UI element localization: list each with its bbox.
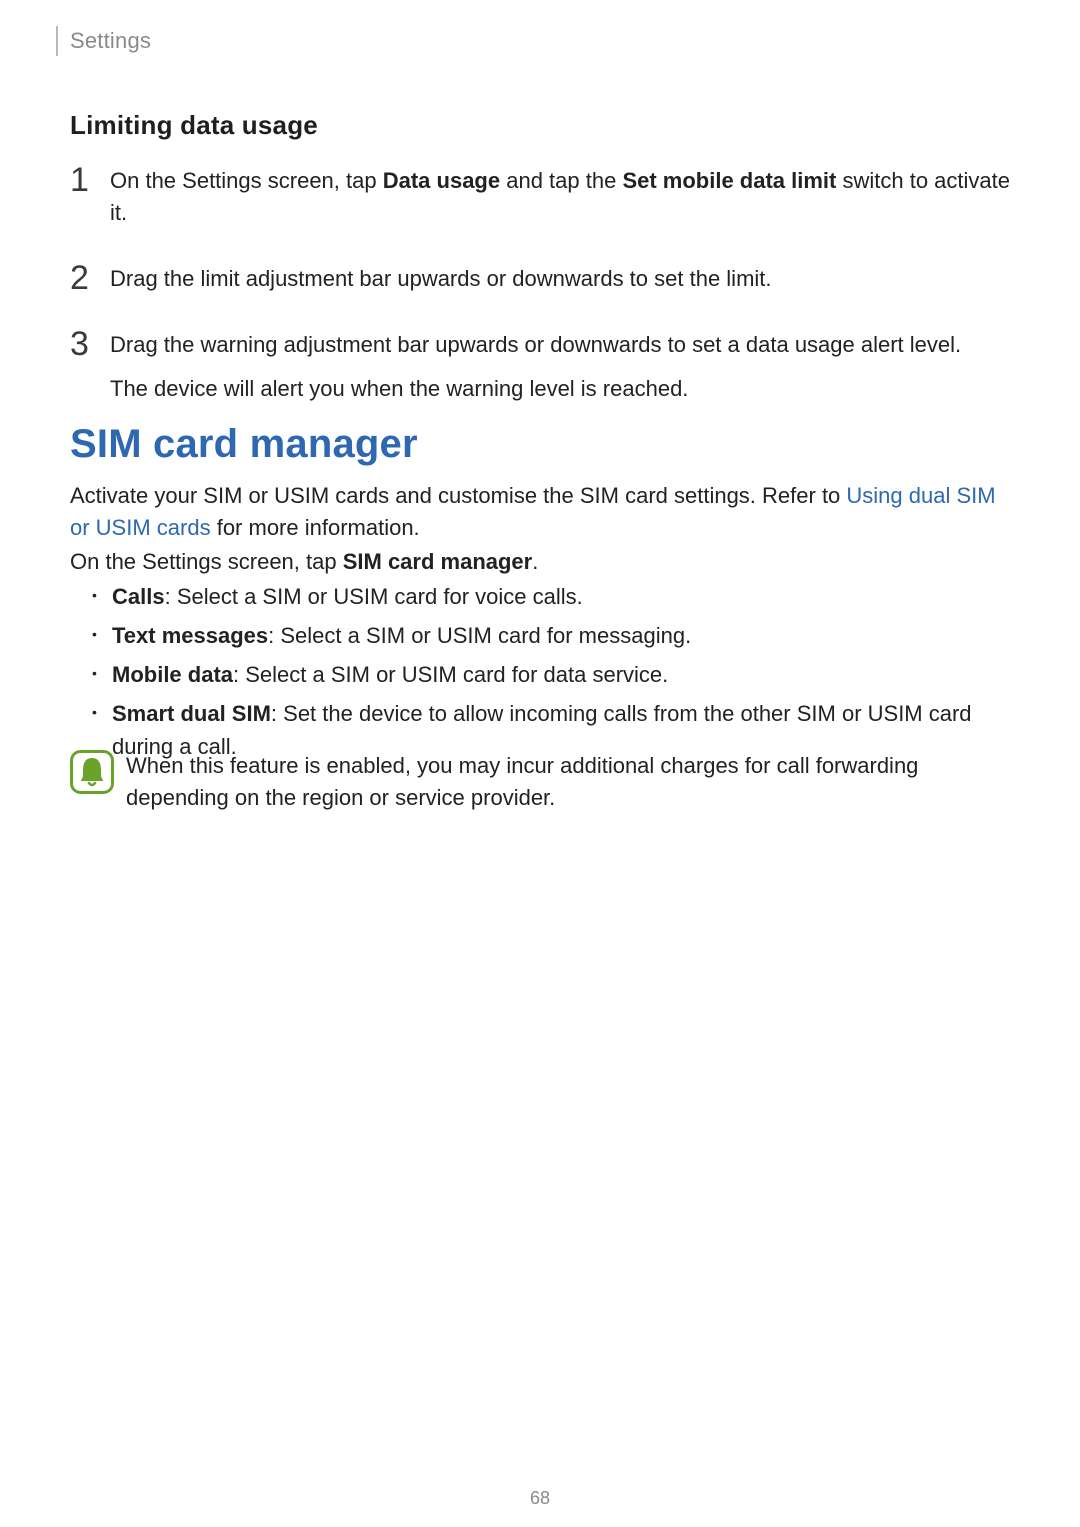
- sim-intro-paragraph: Activate your SIM or USIM cards and cust…: [70, 480, 1010, 544]
- step-1: 1 On the Settings screen, tap Data usage…: [70, 165, 1010, 229]
- note-block: When this feature is enabled, you may in…: [70, 750, 1010, 814]
- bell-icon: [70, 750, 114, 794]
- step-text: On the Settings screen, tap Data usage a…: [110, 165, 1010, 229]
- sim-instruction-paragraph: On the Settings screen, tap SIM card man…: [70, 546, 1010, 578]
- step-2: 2 Drag the limit adjustment bar upwards …: [70, 263, 1010, 295]
- header-section-label: Settings: [70, 28, 151, 54]
- sim-options-list: Calls: Select a SIM or USIM card for voi…: [70, 580, 1010, 769]
- list-item: Mobile data: Select a SIM or USIM card f…: [70, 658, 1010, 691]
- step-text: Drag the warning adjustment bar upwards …: [110, 329, 1010, 361]
- step-number: 1: [70, 156, 100, 205]
- step-number: 2: [70, 254, 100, 303]
- cross-reference-link[interactable]: Using dual SIM or USIM cards: [70, 483, 996, 540]
- heading-sim-card-manager: SIM card manager: [70, 422, 418, 467]
- header-divider: [56, 26, 58, 56]
- list-item: Text messages: Select a SIM or USIM card…: [70, 619, 1010, 652]
- numbered-steps: 1 On the Settings screen, tap Data usage…: [70, 165, 1010, 438]
- step-text: Drag the limit adjustment bar upwards or…: [110, 263, 1010, 295]
- step-3: 3 Drag the warning adjustment bar upward…: [70, 329, 1010, 405]
- page-number: 68: [0, 1488, 1080, 1509]
- note-text: When this feature is enabled, you may in…: [126, 750, 1010, 814]
- step-number: 3: [70, 320, 100, 369]
- step-extra-text: The device will alert you when the warni…: [110, 373, 1010, 405]
- list-item: Calls: Select a SIM or USIM card for voi…: [70, 580, 1010, 613]
- subheading-limiting-data-usage: Limiting data usage: [70, 110, 318, 141]
